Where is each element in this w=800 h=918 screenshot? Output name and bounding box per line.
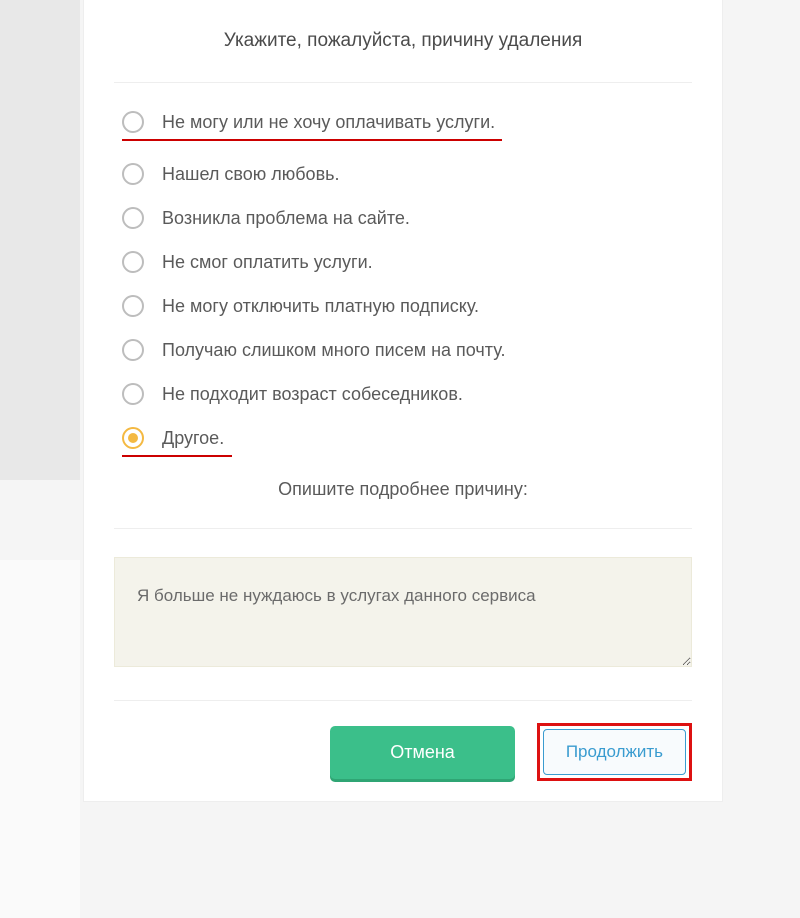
highlight-underline	[122, 139, 502, 141]
background-panel	[0, 560, 80, 918]
option-cannot-pay[interactable]: Не могу или не хочу оплачивать услуги.	[122, 111, 684, 133]
divider	[114, 700, 692, 701]
reason-subtitle: Опишите подробнее причину:	[114, 479, 692, 500]
divider	[114, 82, 692, 83]
option-too-many-emails[interactable]: Получаю слишком много писем на почту.	[122, 339, 684, 361]
highlight-underline	[122, 455, 232, 457]
option-label: Нашел свою любовь.	[162, 164, 340, 185]
option-cant-unsubscribe[interactable]: Не могу отключить платную подписку.	[122, 295, 684, 317]
radio-icon	[122, 251, 144, 273]
delete-reason-dialog: Укажите, пожалуйста, причину удаления Не…	[83, 0, 723, 802]
continue-button[interactable]: Продолжить	[543, 729, 686, 775]
radio-icon	[122, 295, 144, 317]
option-age-mismatch[interactable]: Не подходит возраст собеседников.	[122, 383, 684, 405]
background-panel	[0, 0, 80, 480]
option-found-love[interactable]: Нашел свою любовь.	[122, 163, 684, 185]
radio-icon	[122, 111, 144, 133]
radio-icon	[122, 427, 144, 449]
option-label: Не могу отключить платную подписку.	[162, 296, 479, 317]
buttons-row: Отмена Продолжить	[114, 723, 692, 781]
option-label: Получаю слишком много писем на почту.	[162, 340, 505, 361]
continue-highlight: Продолжить	[537, 723, 692, 781]
radio-icon	[122, 207, 144, 229]
option-label: Не подходит возраст собеседников.	[162, 384, 463, 405]
radio-icon	[122, 163, 144, 185]
option-label: Не могу или не хочу оплачивать услуги.	[162, 112, 495, 133]
option-label: Возникла проблема на сайте.	[162, 208, 410, 229]
dialog-title: Укажите, пожалуйста, причину удаления	[114, 30, 692, 52]
divider	[114, 528, 692, 529]
reason-textarea[interactable]	[114, 557, 692, 667]
radio-icon	[122, 383, 144, 405]
option-other[interactable]: Другое.	[122, 427, 684, 449]
option-site-problem[interactable]: Возникла проблема на сайте.	[122, 207, 684, 229]
option-label: Не смог оплатить услуги.	[162, 252, 373, 273]
option-label: Другое.	[162, 428, 224, 449]
options-list: Не могу или не хочу оплачивать услуги. Н…	[114, 111, 692, 457]
cancel-button[interactable]: Отмена	[330, 726, 515, 779]
option-payment-failed[interactable]: Не смог оплатить услуги.	[122, 251, 684, 273]
radio-icon	[122, 339, 144, 361]
